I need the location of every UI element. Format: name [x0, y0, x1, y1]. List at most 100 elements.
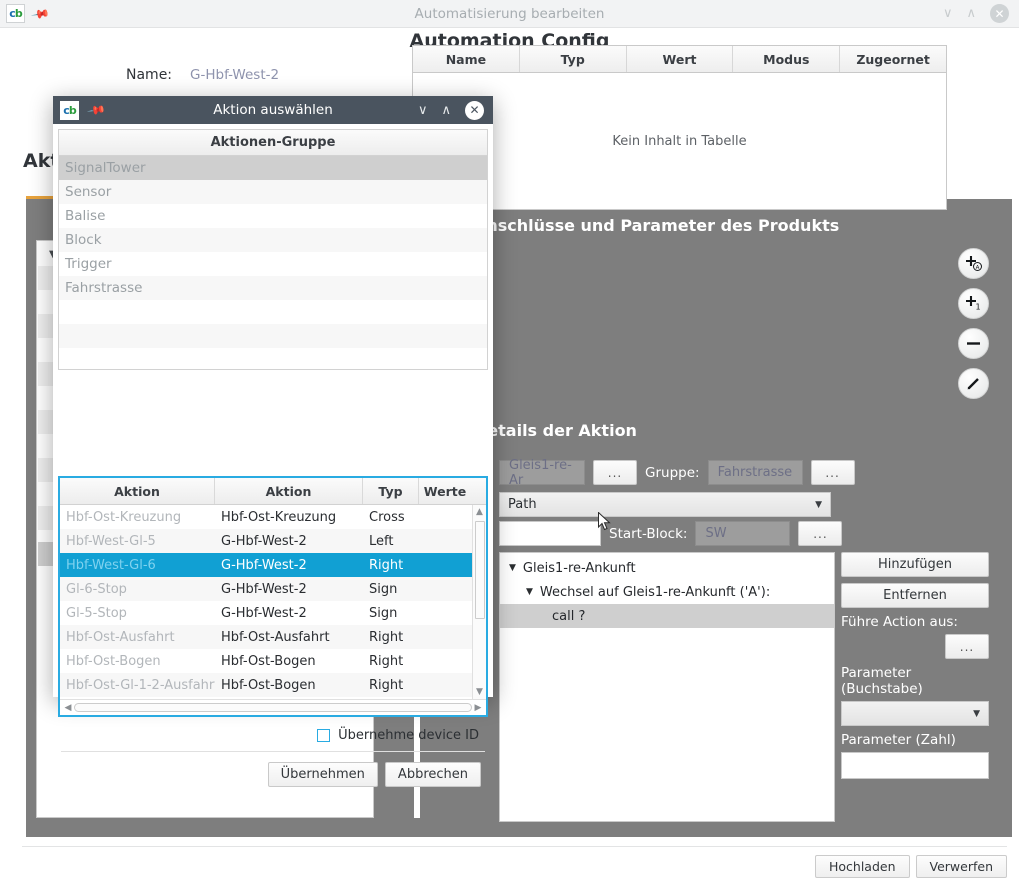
name-row: Name: G-Hbf-West-2 [126, 67, 279, 83]
mouse-cursor [598, 512, 612, 536]
param-letter-select[interactable]: ▼ [841, 701, 989, 726]
action-program-tree[interactable]: ▼ Gleis1-re-Ankunft ▼ Wechsel auf Gleis1… [499, 552, 835, 822]
dialog-minimize-icon[interactable]: ∨ [418, 104, 428, 117]
table-row[interactable]: Hbf-Ost-Ausfahrt Hbf-Ost-Ausfahrt Right [60, 625, 486, 649]
table-row[interactable]: Gl-5-Stop G-Hbf-West-2 Sign [60, 601, 486, 625]
group-row[interactable]: Fahrstrasse [59, 276, 487, 300]
dialog-window-controls: ∨ ∧ ✕ [418, 101, 493, 120]
param-number-input[interactable] [841, 752, 989, 779]
tree-item[interactable]: ▼ Wechsel auf Gleis1-re-Ankunft ('A'): [500, 580, 834, 604]
cell-aktion-1: Hbf-West-Gl-5 [60, 534, 215, 549]
action-target-row: Gleis1-re-Ar ... Gruppe: Fahrstrasse ... [499, 460, 855, 485]
cell-typ: Right [363, 654, 419, 669]
action-mode-select[interactable]: Path ▼ [499, 492, 831, 517]
edit-pencil-icon[interactable] [958, 368, 989, 399]
action-target-field[interactable]: Gleis1-re-Ar [499, 460, 585, 485]
product-col-modus[interactable]: Modus [733, 46, 840, 72]
cell-aktion-1: Gl-6-Stop [60, 582, 215, 597]
cell-aktion-1: Gl-5-Stop [60, 606, 215, 621]
dialog-divider [61, 751, 485, 752]
table-row[interactable]: Hbf-Ost-Kreuzung Hbf-Ost-Kreuzung Cross [60, 505, 486, 529]
cell-typ: Right [363, 630, 419, 645]
table-row[interactable]: Hbf-Ost-Bogen Hbf-Ost-Bogen Right [60, 649, 486, 673]
cell-aktion-1: Hbf-West-Gl-6 [60, 558, 215, 573]
name-value[interactable]: G-Hbf-West-2 [190, 67, 279, 83]
tree-item[interactable]: ▼ Gleis1-re-Ankunft [500, 556, 834, 580]
group-row[interactable]: Trigger [59, 252, 487, 276]
upload-button[interactable]: Hochladen [815, 855, 910, 878]
cell-typ: Right [363, 678, 419, 693]
cell-typ: Right [363, 558, 419, 573]
action-side-controls: Hinzufügen Entfernen Führe Action aus: .… [841, 552, 989, 779]
vertical-scroll-thumb[interactable] [475, 521, 485, 619]
product-col-wert[interactable]: Wert [627, 46, 734, 72]
add-action-button[interactable]: Hinzufügen [841, 552, 989, 577]
start-block-field[interactable]: SW [695, 521, 790, 546]
group-row-empty [59, 300, 487, 324]
tree-item-selected[interactable]: call ? [500, 604, 834, 628]
product-panel-heading: Anschlüsse und Parameter des Produkts [474, 216, 839, 235]
dialog-close-icon[interactable]: ✕ [465, 101, 484, 120]
group-row-empty [59, 324, 487, 348]
chevron-down-icon[interactable]: ▼ [526, 587, 533, 597]
group-row[interactable]: Balise [59, 204, 487, 228]
action-col-aktion-2[interactable]: Aktion [215, 478, 363, 504]
app-root: cb 📌 Automatisierung bearbeiten ∨ ∧ ✕ Au… [0, 0, 1019, 884]
name-label: Name: [126, 67, 172, 83]
scroll-down-icon[interactable]: ▼ [476, 685, 483, 699]
action-group-header[interactable]: Aktionen-Gruppe [59, 130, 487, 156]
action-free-input[interactable] [499, 521, 601, 546]
param-letter-label: Parameter (Buchstabe) [841, 665, 989, 697]
tree-item-label: call ? [552, 609, 585, 624]
remove-icon[interactable] [958, 328, 989, 359]
table-row-selected[interactable]: Hbf-West-Gl-6 G-Hbf-West-2 Right [60, 553, 486, 577]
footer-buttons: Hochladen Verwerfen [815, 855, 1007, 878]
action-table-vertical-scrollbar[interactable]: ▲ ▼ [472, 505, 486, 699]
action-list-body: Hbf-Ost-Kreuzung Hbf-Ost-Kreuzung Cross … [60, 505, 486, 699]
action-target-browse-button[interactable]: ... [593, 460, 637, 485]
device-id-checkbox[interactable] [317, 729, 330, 742]
product-col-name[interactable]: Name [413, 46, 520, 72]
table-row[interactable]: Hbf-Ost-Gl-1-2-Ausfahrt Hbf-Ost-Bogen Ri… [60, 673, 486, 697]
start-block-label: Start-Block: [609, 526, 687, 542]
start-block-browse-button[interactable]: ... [798, 521, 842, 546]
group-row[interactable]: Block [59, 228, 487, 252]
cell-aktion-2: G-Hbf-West-2 [215, 558, 363, 573]
discard-button[interactable]: Verwerfen [916, 855, 1007, 878]
cell-aktion-2: G-Hbf-West-2 [215, 606, 363, 621]
action-table-horizontal-scrollbar[interactable]: ◀ ▶ [60, 699, 486, 715]
scroll-up-icon[interactable]: ▲ [476, 505, 483, 519]
group-row-empty [59, 348, 487, 372]
action-col-werte[interactable]: Werte [419, 478, 471, 504]
scroll-left-icon[interactable]: ◀ [62, 703, 74, 713]
table-row[interactable]: Gl-6-Stop G-Hbf-West-2 Sign [60, 577, 486, 601]
horizontal-scroll-thumb[interactable] [74, 703, 472, 712]
cell-aktion-2: G-Hbf-West-2 [215, 534, 363, 549]
apply-button[interactable]: Übernehmen [268, 762, 378, 787]
add-one-icon[interactable]: 1 [958, 288, 989, 319]
group-row[interactable]: SignalTower [59, 156, 487, 180]
product-col-typ[interactable]: Typ [520, 46, 627, 72]
add-all-icon[interactable]: A [958, 248, 989, 279]
cancel-button[interactable]: Abbrechen [385, 762, 481, 787]
cell-aktion-2: Hbf-Ost-Ausfahrt [215, 630, 363, 645]
chevron-down-icon[interactable]: ▼ [509, 563, 516, 573]
execute-action-browse-button[interactable]: ... [945, 634, 989, 659]
device-id-checkbox-label[interactable]: Übernehme device ID [338, 728, 479, 743]
action-col-typ[interactable]: Typ [363, 478, 419, 504]
cell-aktion-2: Hbf-Ost-Bogen [215, 678, 363, 693]
remove-action-button[interactable]: Entfernen [841, 583, 989, 608]
scroll-right-icon[interactable]: ▶ [472, 703, 484, 713]
action-group-browse-button[interactable]: ... [811, 460, 855, 485]
start-block-row: Start-Block: SW ... [499, 521, 842, 546]
cell-aktion-2: G-Hbf-West-2 [215, 582, 363, 597]
action-group-field[interactable]: Fahrstrasse [708, 460, 803, 485]
dialog-maximize-icon[interactable]: ∧ [441, 104, 451, 117]
execute-action-browse-wrap: ... [841, 634, 989, 659]
action-col-aktion-1[interactable]: Aktion [60, 478, 215, 504]
table-row[interactable]: Hbf-West-Gl-5 G-Hbf-West-2 Left [60, 529, 486, 553]
product-col-zugeornet[interactable]: Zugeornet [840, 46, 946, 72]
action-details-heading: Details der Aktion [474, 421, 637, 440]
group-row[interactable]: Sensor [59, 180, 487, 204]
product-table-header: Name Typ Wert Modus Zugeornet [413, 46, 946, 73]
